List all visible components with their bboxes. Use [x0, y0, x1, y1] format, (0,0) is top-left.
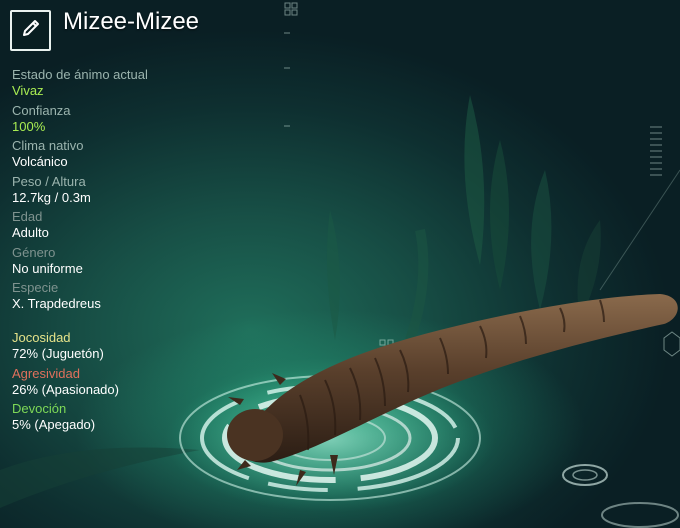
trait-devotion-label: Devoción: [12, 401, 67, 416]
creature-name: Mizee-Mizee: [63, 8, 200, 35]
stat-species: Especie X. Trapdedreus: [12, 279, 232, 315]
stat-mood-value: Vivaz: [12, 83, 44, 98]
edit-name-button[interactable]: [10, 10, 51, 51]
stats-panel: Estado de ánimo actual Vivaz Confianza 1…: [12, 66, 232, 315]
pencil-icon: [20, 17, 42, 44]
stat-climate: Clima nativo Volcánico: [12, 137, 232, 173]
stat-weight-height-value: 12.7kg / 0.3m: [12, 189, 91, 205]
stat-trust-label: Confianza: [12, 102, 71, 118]
stat-trust: Confianza 100%: [12, 102, 232, 138]
stat-species-label: Especie: [12, 280, 59, 295]
personality-panel: Jocosidad 72% (Juguetón) Agresividad 26%…: [12, 329, 232, 436]
stat-species-value: X. Trapdedreus: [12, 296, 101, 311]
stat-trust-value: 100%: [12, 118, 46, 134]
stat-climate-value: Volcánico: [12, 154, 68, 169]
stat-mood-label: Estado de ánimo actual: [12, 67, 148, 82]
stat-mood: Estado de ánimo actual Vivaz: [12, 66, 232, 102]
trait-aggression-label: Agresividad: [12, 365, 80, 381]
stat-climate-label: Clima nativo: [12, 138, 84, 153]
stat-weight-height-label: Peso / Altura: [12, 173, 86, 189]
trait-devotion: Devoción 5% (Apegado): [12, 400, 232, 436]
trait-devotion-value: 5% (Apegado): [12, 417, 96, 432]
stat-weight-height: Peso / Altura 12.7kg / 0.3m: [12, 173, 232, 209]
stat-age-value: Adulto: [12, 225, 49, 240]
trait-aggression-value: 26% (Apasionado): [12, 381, 119, 397]
stat-age-label: Edad: [12, 209, 43, 224]
stat-gender: Género No uniforme: [12, 244, 232, 280]
trait-playfulness-value: 72% (Juguetón): [12, 346, 104, 361]
trait-aggression: Agresividad 26% (Apasionado): [12, 365, 232, 401]
stat-gender-value: No uniforme: [12, 260, 83, 276]
trait-playfulness-label: Jocosidad: [12, 330, 71, 345]
trait-playfulness: Jocosidad 72% (Juguetón): [12, 329, 232, 365]
stat-age: Edad Adulto: [12, 208, 232, 244]
stat-gender-label: Género: [12, 244, 56, 260]
